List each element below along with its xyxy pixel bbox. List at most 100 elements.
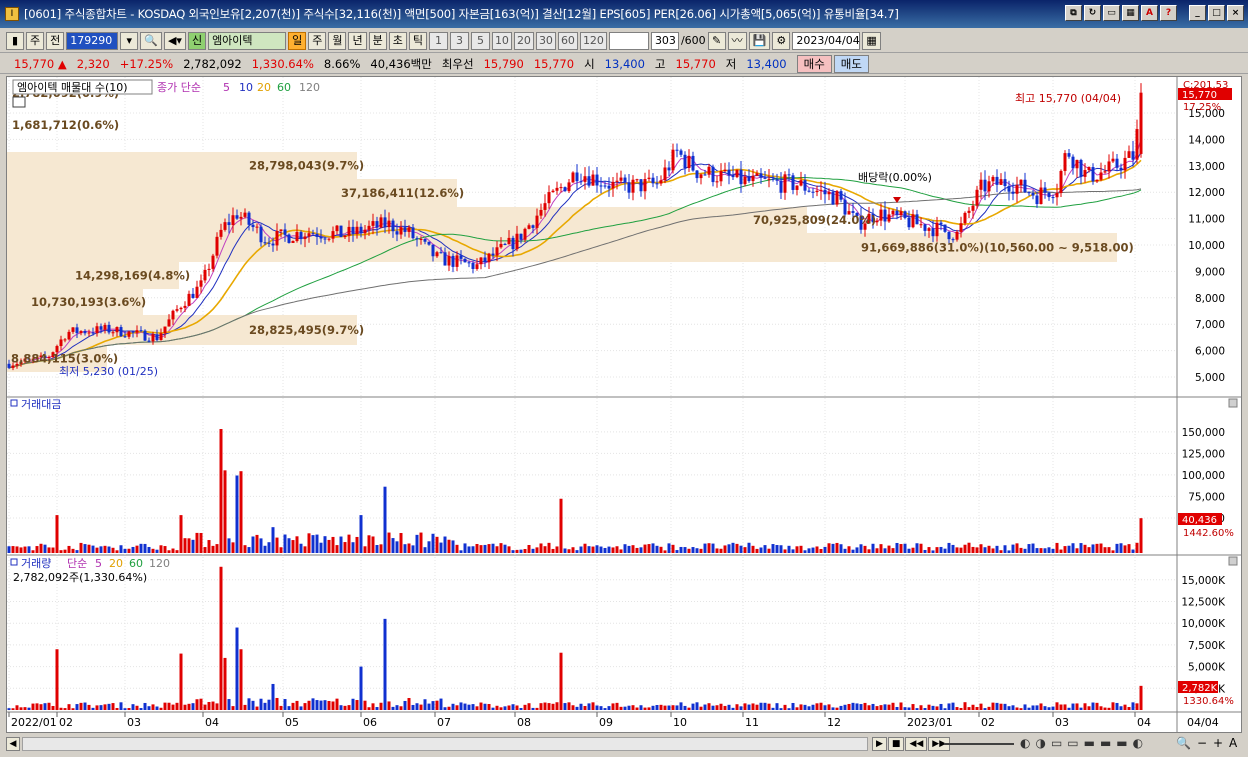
settings-icon[interactable]: ⚙ [772,31,791,50]
link-icon[interactable]: ⧉ [1065,5,1082,21]
volume-bar [599,706,603,710]
candle-body [551,190,555,193]
buy-button[interactable]: 매수 [796,54,832,73]
close-panel-icon[interactable] [1228,556,1238,566]
window-titlebar: I [0601] 주식종합차트 - KOSDAQ 외국인보유[2,207(천)]… [0,0,1248,28]
volume-bar [819,702,823,710]
scroll-track[interactable] [22,737,868,751]
volume-bar [551,703,555,710]
count-input[interactable]: 303 [650,31,679,50]
close-button[interactable]: × [1227,5,1244,21]
maximize-button[interactable]: □ [1208,5,1225,21]
play-icon[interactable]: ▶ [872,737,887,751]
amount-bar [147,546,151,553]
volume-bar [447,706,451,710]
chart-type-icon[interactable]: ▮ [6,31,24,50]
volume-bar [639,705,643,710]
up-arrow-icon: ▲ [57,56,67,71]
volume-bar [1019,708,1023,710]
amount-bar [243,545,247,553]
minute-60[interactable]: 60 [557,31,578,50]
scroll-bar[interactable]: ◀ ▶ ■ ◀◀ ▶▶ ◐◑▭▭▬▬▬◐ 🔍−+A [0,733,1248,757]
close-panel-icon[interactable] [1228,398,1238,408]
amount-bar [471,546,475,553]
custom-period-input[interactable] [608,31,649,50]
candle-body [615,180,619,182]
minute-30[interactable]: 30 [535,31,556,50]
amount-bar [415,534,419,553]
sync-icon[interactable]: ↻ [1084,5,1101,21]
candle-body [295,232,299,242]
help-icon[interactable]: ? [1160,5,1177,21]
candle-body [111,332,115,334]
amount-bar [443,536,447,553]
search-icon[interactable]: 🔍 [140,31,162,50]
alert-icon[interactable]: A [1141,5,1158,21]
candle-body [1043,187,1047,193]
speaker-icon[interactable]: ◀▾ [163,31,186,50]
code-dropdown-icon[interactable]: ▾ [120,31,139,50]
amount-bar [311,535,315,553]
volume-bar [567,702,571,710]
layout-icon[interactable]: ▦ [1122,5,1139,21]
period-second[interactable]: 초 [388,31,407,50]
amount-bar [83,544,87,553]
scroll-left-icon[interactable]: ◀ [6,737,20,751]
date-input[interactable]: 2023/04/04 [792,31,861,50]
tools-icon[interactable]: ✎ [707,31,726,50]
speed-slider[interactable] [944,743,1014,745]
volume-bar [735,704,739,710]
volume-bar [435,700,439,710]
volume-profile-label: 28,798,043(9.7%) [249,159,364,173]
drawing-tools-icon[interactable]: ◐◑▭▭▬▬▬◐ [1020,736,1148,750]
period-year[interactable]: 년 [348,31,367,50]
volume-bar [343,705,347,710]
minute-120[interactable]: 120 [579,31,607,50]
compare-icon[interactable]: 〰 [727,31,747,50]
amount-bar [931,550,935,553]
volume-bar [487,704,491,710]
volume-ma-120: 120 [149,557,170,570]
period-minute[interactable]: 분 [368,31,387,50]
minute-1[interactable]: 1 [428,31,448,50]
period-select[interactable]: 주 [26,31,45,50]
window-icon[interactable]: ▭ [1103,5,1120,21]
stop-icon[interactable]: ■ [887,737,905,751]
amount-bar [1059,549,1063,553]
volume-bar [1139,685,1143,710]
volume-bar [707,703,711,710]
calendar-icon[interactable]: ▦ [862,31,881,50]
ma-10-legend: 10 [239,81,253,94]
volume-bar [191,703,195,710]
period-week[interactable]: 주 [308,31,327,50]
minimize-button[interactable]: _ [1189,5,1206,21]
volume-bar [319,700,323,710]
chart-svg[interactable]: 15,00014,00013,00012,00011,00010,0009,00… [7,77,1241,732]
amount-bar [1003,545,1007,553]
candle-body [799,180,803,186]
period-day[interactable]: 일 [288,31,307,50]
volume-bar [571,705,575,710]
volume-bar [159,707,163,710]
amount-bar [559,498,563,553]
zoom-controls-icon[interactable]: 🔍−+A [1176,736,1243,750]
volume-bar [943,708,947,710]
stock-code-input[interactable]: 179290 [66,31,119,50]
amount-bar [403,544,407,553]
minute-5[interactable]: 5 [470,31,490,50]
stock-name-field[interactable]: 엠아이텍 [208,31,287,50]
period-tick[interactable]: 틱 [408,31,427,50]
prev-button[interactable]: 전 [46,31,65,50]
minute-20[interactable]: 20 [513,31,534,50]
chart-area[interactable]: 15,000 14,000 13,000 12,000 11,000 10,000 9,00… [6,76,1242,733]
minute-10[interactable]: 10 [491,31,512,50]
amount-bar [967,542,971,553]
volume-bar [983,708,987,710]
sell-button[interactable]: 매도 [833,54,869,73]
table-icon[interactable] [12,96,26,108]
minute-3[interactable]: 3 [449,31,469,50]
period-month[interactable]: 월 [328,31,347,50]
save-icon[interactable]: 💾 [748,31,771,50]
volume-bar [999,703,1003,710]
rewind-icon[interactable]: ◀◀ [905,737,928,751]
